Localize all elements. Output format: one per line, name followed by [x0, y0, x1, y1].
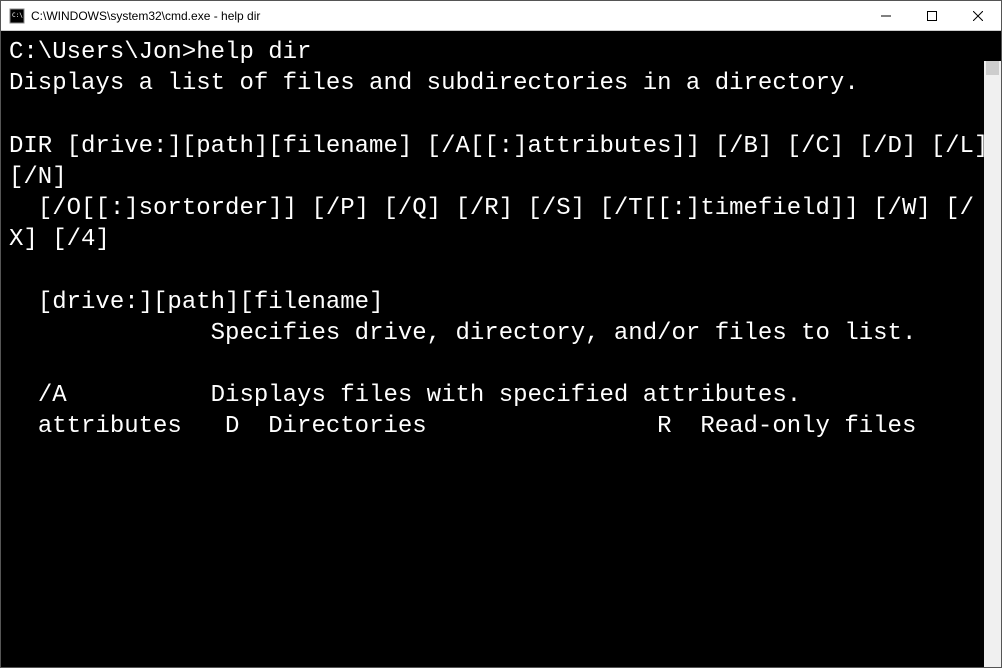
cmd-window: C:\ C:\WINDOWS\system32\cmd.exe - help d… [0, 0, 1002, 668]
terminal-output[interactable]: C:\Users\Jon>help dir Displays a list of… [1, 31, 1001, 667]
window-controls [863, 1, 1001, 30]
close-button[interactable] [955, 1, 1001, 30]
output-line: Specifies drive, directory, and/or files… [9, 320, 916, 347]
maximize-button[interactable] [909, 1, 955, 30]
output-line: DIR [drive:][path][filename] [/A[[:]attr… [9, 133, 1001, 191]
typed-command: help dir [196, 39, 311, 66]
output-line: attributes D Directories R Read-only fil… [9, 413, 916, 440]
output-line: Displays a list of files and subdirector… [9, 70, 859, 97]
window-title: C:\WINDOWS\system32\cmd.exe - help dir [31, 9, 863, 23]
output-line: [/O[[:]sortorder]] [/P] [/Q] [/R] [/S] [… [9, 195, 974, 253]
output-line: /A Displays files with specified attribu… [9, 382, 801, 409]
minimize-button[interactable] [863, 1, 909, 30]
scrollbar-thumb[interactable] [986, 61, 999, 75]
output-line: [drive:][path][filename] [9, 289, 383, 316]
prompt: C:\Users\Jon> [9, 39, 196, 66]
cmd-icon: C:\ [9, 8, 25, 24]
svg-text:C:\: C:\ [12, 12, 23, 19]
titlebar[interactable]: C:\ C:\WINDOWS\system32\cmd.exe - help d… [1, 1, 1001, 31]
vertical-scrollbar[interactable] [984, 61, 1001, 667]
